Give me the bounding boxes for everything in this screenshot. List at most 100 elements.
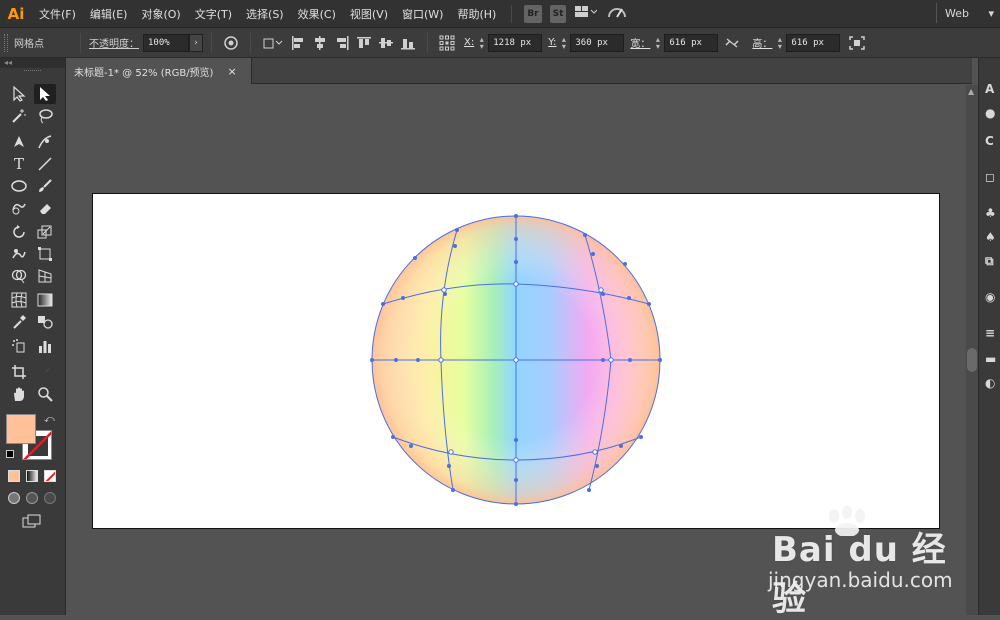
default-fill-stroke-icon[interactable]: [6, 450, 14, 458]
character-panel-icon[interactable]: A: [985, 82, 1000, 98]
selection-tool-icon[interactable]: [8, 84, 30, 104]
height-stepper-icon[interactable]: ▴ ▾: [775, 34, 784, 52]
width-input[interactable]: 616 px: [664, 33, 719, 52]
menu-help[interactable]: 帮助(H): [450, 6, 503, 22]
align-vertical-center-icon[interactable]: [377, 33, 395, 53]
bridge-button[interactable]: Br: [524, 4, 542, 23]
control-separator: [211, 32, 212, 53]
gradient-tool-icon[interactable]: [34, 290, 56, 310]
pen-tool-icon[interactable]: [8, 132, 30, 152]
x-input[interactable]: 1218 px: [488, 33, 543, 52]
gradient-panel-icon[interactable]: ▬: [985, 352, 1000, 368]
watermark-url: jingyan.baidu.com: [768, 568, 953, 592]
y-stepper-icon[interactable]: ▴ ▾: [559, 34, 568, 52]
vertical-scrollbar[interactable]: ▲: [966, 85, 978, 615]
perspective-grid-tool-icon[interactable]: [34, 266, 56, 286]
y-label: Y:: [548, 37, 557, 48]
free-transform-tool-icon[interactable]: [34, 244, 56, 264]
color-panel-icon[interactable]: ●: [985, 106, 1000, 122]
eyedropper-tool-icon[interactable]: [8, 312, 30, 332]
artboard-tool-icon[interactable]: [8, 362, 30, 382]
menu-effect[interactable]: 效果(C): [291, 6, 343, 22]
stock-button[interactable]: St: [549, 4, 567, 23]
close-icon[interactable]: ×: [227, 65, 236, 78]
menu-file[interactable]: 文件(F): [32, 6, 83, 22]
graphic-styles-icon[interactable]: ⧉: [985, 254, 1000, 270]
mesh-sphere-artwork[interactable]: [93, 194, 941, 530]
eraser-tool-icon[interactable]: [34, 198, 56, 218]
align-horizontal-center-icon[interactable]: [311, 33, 329, 53]
draw-normal-icon[interactable]: [8, 492, 20, 504]
transform-reference-icon[interactable]: [261, 33, 285, 53]
gpu-performance-icon[interactable]: [607, 5, 627, 22]
blend-tool-icon[interactable]: [34, 312, 56, 332]
symbols-panel-icon[interactable]: ♠: [985, 230, 1000, 246]
align-top-icon[interactable]: [355, 33, 373, 53]
menu-window[interactable]: 窗口(W): [395, 6, 450, 22]
ellipse-tool-icon[interactable]: [8, 176, 30, 196]
menu-view[interactable]: 视图(V): [343, 6, 395, 22]
hand-tool-icon[interactable]: [8, 384, 30, 404]
draw-behind-icon[interactable]: [26, 492, 38, 504]
workspace-switcher[interactable]: Web ▾: [936, 3, 1000, 23]
zoom-tool-icon[interactable]: [34, 384, 56, 404]
opacity-label[interactable]: 不透明度：: [89, 35, 139, 50]
height-input[interactable]: 616 px: [786, 33, 841, 52]
warp-tool-icon[interactable]: [8, 244, 30, 264]
arrange-documents-icon[interactable]: [575, 6, 598, 21]
transform-panel-icon[interactable]: [848, 33, 866, 53]
artboard[interactable]: [92, 193, 940, 529]
color-guide-icon[interactable]: C: [985, 134, 1000, 150]
align-bottom-icon[interactable]: [399, 33, 417, 53]
none-mode-icon[interactable]: [44, 470, 56, 482]
paintbrush-tool-icon[interactable]: [34, 176, 56, 196]
opacity-dropdown-button[interactable]: ›: [189, 33, 203, 52]
y-input[interactable]: 360 px: [570, 33, 625, 52]
menu-type[interactable]: 文字(T): [188, 6, 239, 22]
mesh-tool-icon[interactable]: [8, 290, 30, 310]
scale-tool-icon[interactable]: [34, 222, 56, 242]
tools-panel-grip[interactable]: [24, 70, 41, 78]
slice-tool-icon[interactable]: [34, 362, 56, 382]
link-proportions-icon[interactable]: [723, 33, 741, 53]
control-separator: [427, 32, 428, 53]
type-tool-icon[interactable]: T: [8, 154, 30, 174]
transparency-panel-icon[interactable]: ◐: [985, 376, 1000, 392]
opacity-input[interactable]: 100%: [143, 33, 189, 52]
control-bar-grip[interactable]: [4, 33, 8, 52]
stroke-panel-icon[interactable]: ≡: [985, 326, 1000, 342]
gradient-mode-icon[interactable]: [26, 470, 38, 482]
lasso-tool-icon[interactable]: [34, 106, 56, 126]
recolor-artwork-icon[interactable]: [222, 33, 240, 53]
appearance-panel-icon[interactable]: ◉: [985, 290, 1000, 306]
reference-point-icon[interactable]: [438, 33, 456, 53]
fill-color-swatch[interactable]: [6, 414, 36, 444]
screen-mode-icon[interactable]: [22, 514, 42, 531]
width-stepper-icon[interactable]: ▴ ▾: [653, 34, 662, 52]
rotate-tool-icon[interactable]: [8, 222, 30, 242]
color-mode-icon[interactable]: [8, 470, 20, 482]
menu-object[interactable]: 对象(O): [134, 6, 187, 22]
direct-selection-tool-icon[interactable]: [34, 84, 56, 104]
draw-inside-icon[interactable]: [44, 492, 56, 504]
swatches-panel-icon[interactable]: ◻: [985, 170, 1000, 186]
shape-builder-tool-icon[interactable]: [8, 266, 30, 286]
curvature-tool-icon[interactable]: [34, 132, 56, 152]
align-left-icon[interactable]: [289, 33, 307, 53]
tools-collapse-icon[interactable]: ◂◂: [0, 58, 65, 68]
shaper-tool-icon[interactable]: [8, 198, 30, 218]
scrollbar-thumb[interactable]: [967, 348, 977, 372]
align-right-icon[interactable]: [333, 33, 351, 53]
column-graph-tool-icon[interactable]: [34, 336, 56, 356]
scroll-up-icon[interactable]: ▲: [968, 87, 974, 96]
brushes-panel-icon[interactable]: ♣: [985, 206, 1000, 222]
menu-select[interactable]: 选择(S): [239, 6, 291, 22]
document-tab[interactable]: 未标题-1* @ 52% (RGB/预览) ×: [66, 58, 252, 84]
x-stepper-icon[interactable]: ▴ ▾: [477, 34, 486, 52]
magic-wand-tool-icon[interactable]: [8, 106, 30, 126]
swap-fill-stroke-icon[interactable]: ⤺: [44, 414, 55, 425]
menu-edit[interactable]: 编辑(E): [83, 6, 135, 22]
control-separator: [80, 32, 81, 53]
line-segment-tool-icon[interactable]: [34, 154, 56, 174]
symbol-sprayer-tool-icon[interactable]: [8, 336, 30, 356]
